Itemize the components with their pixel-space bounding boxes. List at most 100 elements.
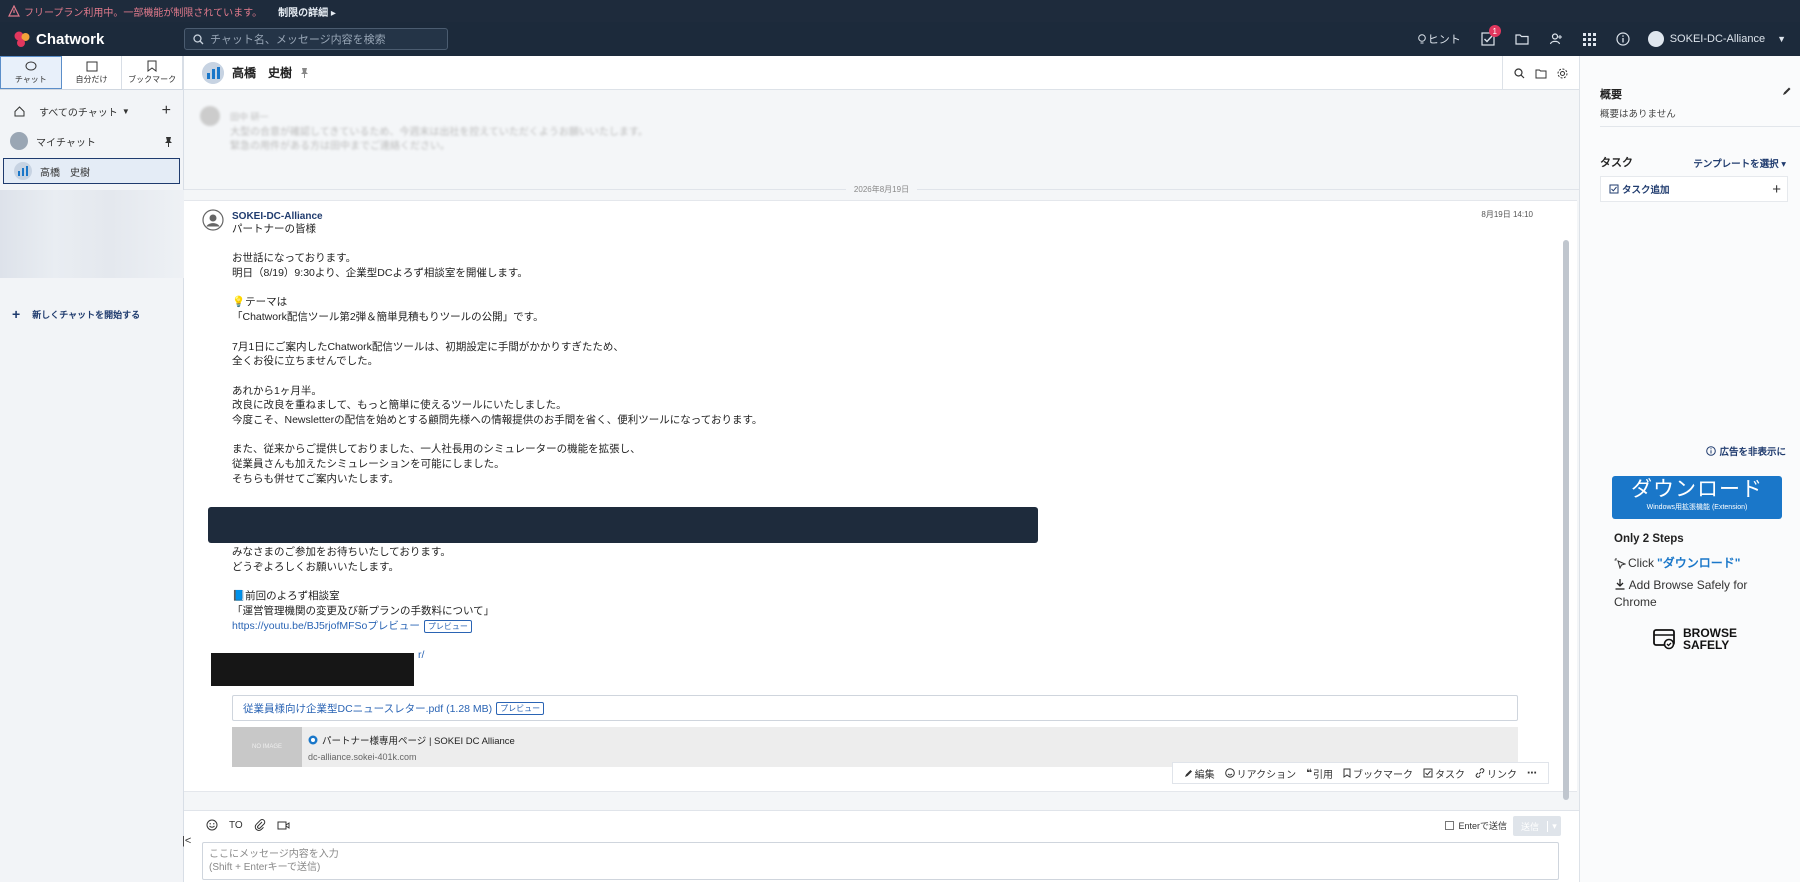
emoji-icon[interactable] <box>206 819 218 831</box>
collapse-icon[interactable]: |< <box>182 835 191 847</box>
plan-banner-text: フリープラン利用中。一部機能が制限されています。 <box>24 7 263 19</box>
reaction-action[interactable]: リアクション <box>1224 766 1296 781</box>
tab-mine[interactable]: 自分だけ <box>62 56 123 89</box>
new-chat-link[interactable]: + 新しくチャットを開始する <box>0 306 183 322</box>
folder-icon[interactable] <box>1535 68 1547 79</box>
tab-chat[interactable]: チャット <box>0 56 62 89</box>
room-header: 高橋 史樹 <box>184 56 1579 90</box>
tab-mine-label: 自分だけ <box>75 74 108 84</box>
search-icon[interactable] <box>1514 67 1525 79</box>
my-chat-avatar <box>10 132 28 150</box>
files-button[interactable] <box>1515 33 1529 45</box>
message-timeline: 田中 研一 大型の合意が確認してきているため、今週末は出社を控えていただくようお… <box>184 90 1579 810</box>
gear-icon[interactable] <box>1557 68 1568 79</box>
send-button[interactable]: 送信 ▾ <box>1513 816 1561 836</box>
bookmark-icon <box>1343 768 1351 778</box>
message-line: 📘前回のよろず相談室 <box>232 590 340 603</box>
edit-action[interactable]: 編集 <box>1184 766 1215 781</box>
message-action-bar: 編集 リアクション ❝ 引用 ブックマーク タスク リンク ⋯ <box>1171 762 1549 784</box>
plus-icon[interactable]: + <box>1772 181 1781 198</box>
attach-icon[interactable] <box>254 819 266 831</box>
message-line: パートナーの皆様 <box>232 223 316 235</box>
timeline-scrollbar[interactable] <box>1561 90 1571 810</box>
plan-detail-link[interactable]: 制限の詳細 <box>278 4 336 19</box>
redaction-block <box>208 507 1038 543</box>
task-button[interactable]: 1 <box>1481 25 1501 46</box>
message-line <box>232 281 1132 296</box>
send-options-icon[interactable]: ▾ <box>1547 820 1561 832</box>
warning-icon <box>8 5 20 17</box>
chatwork-logo[interactable]: Chatwork <box>12 29 172 49</box>
message-line: 「Chatwork配信ツール第2弾＆簡単見積もりツールの公開」です。 <box>232 311 544 324</box>
user-menu[interactable]: SOKEI-DC-Alliance ▼ <box>1647 31 1786 47</box>
ad-steps-title: Only 2 Steps <box>1614 533 1684 545</box>
ad-download-button[interactable]: ダウンロード Windows用拡張機能 (Extension) <box>1612 476 1782 519</box>
tab-bookmark[interactable]: ブックマーク <box>122 56 184 89</box>
home-icon <box>14 105 25 116</box>
message-line: 全くお役に立ちませんでした。 <box>232 355 379 368</box>
chat-main: 高橋 史樹 田中 研一 大型の合意が確認してきているため、今週末は出社を控えてい… <box>182 56 1579 882</box>
message-line: 「運営管理機関の変更及び新プランの手数料について」 <box>232 604 495 617</box>
video-call-icon[interactable] <box>277 820 290 831</box>
browse-safely-icon <box>1653 629 1675 650</box>
contacts-icon <box>1549 33 1562 45</box>
enter-to-send-label: Enterで送信 <box>1458 821 1507 831</box>
enter-to-send-toggle[interactable]: Enterで送信 <box>1445 819 1507 832</box>
apps-button[interactable] <box>1582 32 1596 46</box>
more-options-icon[interactable]: ⋯ <box>1527 768 1537 779</box>
contacts-button[interactable] <box>1549 32 1563 46</box>
link-preview-card[interactable]: NO IMAGE パートナー様専用ページ | SOKEI DC Alliance… <box>232 727 1518 767</box>
all-chats-filter[interactable]: すべてのチャット ▼ + <box>0 96 183 126</box>
message-placeholder-hint: (Shift + Enterキーで送信) <box>209 862 321 873</box>
tab-chat-label: チャット <box>14 74 47 84</box>
youtube-link[interactable]: https://youtu.be/BJ5rjofMFSoプレビュー <box>232 620 420 632</box>
message-line: お世話になっております。 <box>232 252 357 265</box>
pencil-icon[interactable] <box>1782 86 1792 96</box>
file-attachment[interactable]: 従業員様向け企業型DCニュースレター.pdf (1.28 MB) プレビュー <box>232 695 1518 721</box>
hide-ads-link[interactable]: 広告を非表示に <box>1706 444 1786 458</box>
plan-banner: フリープラン利用中。一部機能が制限されています。 制限の詳細 <box>0 0 1800 22</box>
message-line: 明日（8/19）9:30より、企業型DCよろず相談室を開催します。 <box>232 267 528 280</box>
hint-button[interactable]: ヒント <box>1416 31 1461 47</box>
message-line: みなさまのご参加をお待ちいたしております。 <box>232 546 451 559</box>
search-input[interactable]: チャット名、メッセージ内容を検索 <box>184 28 448 50</box>
preview-button[interactable]: プレビュー <box>423 619 472 633</box>
scrollbar-thumb[interactable] <box>1563 240 1569 800</box>
chat-bubble-icon <box>25 61 37 70</box>
link-action[interactable]: リンク <box>1475 766 1517 781</box>
pencil-icon <box>1184 769 1192 777</box>
room-selected[interactable]: 高橋 史樹 <box>3 158 180 184</box>
enter-to-send-checkbox[interactable] <box>1445 821 1455 830</box>
sender-avatar-icon <box>202 209 224 231</box>
all-chats-label: すべてのチャット <box>39 107 118 119</box>
template-select[interactable]: テンプレートを選択 ▾ <box>1693 156 1786 170</box>
lightbulb-icon <box>1417 34 1426 44</box>
info-button[interactable] <box>1616 32 1630 46</box>
ad-step-2: Add Browse Safely for Chrome <box>1614 578 1748 609</box>
pin-icon[interactable] <box>300 67 309 78</box>
overview-empty: 概要はありません <box>1600 109 1676 120</box>
app-name: Chatwork <box>36 30 105 48</box>
blurred-room-list <box>0 190 184 278</box>
add-chat-icon[interactable]: + <box>162 102 171 120</box>
file-preview-button[interactable]: プレビュー <box>496 701 545 715</box>
room-info-panel: 概要 概要はありません タスク テンプレートを選択 ▾ タスク追加 + 広告を非… <box>1579 56 1800 882</box>
task-add-button[interactable]: タスク追加 + <box>1600 176 1788 202</box>
room-my-chat[interactable]: マイチャット <box>0 126 183 156</box>
pin-icon <box>165 136 172 147</box>
message-line: 今度こそ、Newsletterの配信を始めとする顧問先様への情報提供のお手間を省… <box>232 413 763 426</box>
bookmark-action[interactable]: ブックマーク <box>1343 766 1413 781</box>
link-icon <box>1475 768 1485 778</box>
message-sender[interactable]: SOKEI-DC-Alliance <box>232 211 323 222</box>
file-name[interactable]: 従業員様向け企業型DCニュースレター.pdf (1.28 MB) <box>243 701 492 716</box>
to-button[interactable]: TO <box>229 820 243 831</box>
message-placeholder: ここにメッセージ内容を入力 <box>209 849 339 860</box>
quote-action[interactable]: ❝ 引用 <box>1306 766 1333 781</box>
redaction-block <box>211 653 414 686</box>
task-action[interactable]: タスク <box>1423 766 1465 781</box>
user-name: SOKEI-DC-Alliance <box>1669 33 1766 45</box>
message-item[interactable]: SOKEI-DC-Alliance 8月19日 14:10 パートナーの皆様 お… <box>184 200 1577 792</box>
id-card-icon <box>86 61 97 71</box>
message-input[interactable]: ここにメッセージ内容を入力 (Shift + Enterキーで送信) <box>202 842 1559 880</box>
link-tail[interactable]: r/ <box>418 649 424 661</box>
